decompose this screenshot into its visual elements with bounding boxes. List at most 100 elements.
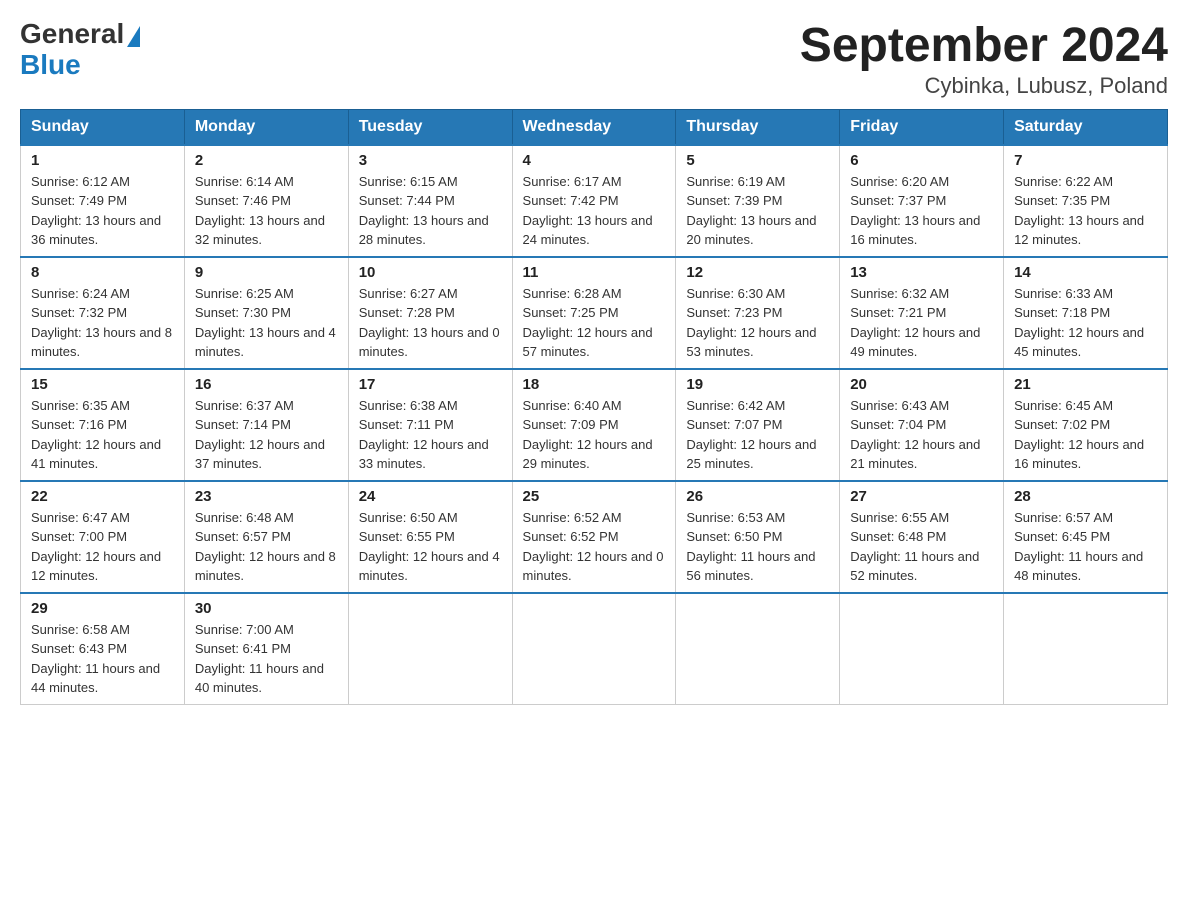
day-number: 2 xyxy=(195,152,338,169)
table-row: 2 Sunrise: 6:14 AM Sunset: 7:46 PM Dayli… xyxy=(184,145,348,257)
day-info: Sunrise: 6:48 AM Sunset: 6:57 PM Dayligh… xyxy=(195,508,338,586)
table-row: 15 Sunrise: 6:35 AM Sunset: 7:16 PM Dayl… xyxy=(21,369,185,481)
col-thursday: Thursday xyxy=(676,109,840,145)
table-row: 21 Sunrise: 6:45 AM Sunset: 7:02 PM Dayl… xyxy=(1004,369,1168,481)
table-row: 11 Sunrise: 6:28 AM Sunset: 7:25 PM Dayl… xyxy=(512,257,676,369)
table-row: 29 Sunrise: 6:58 AM Sunset: 6:43 PM Dayl… xyxy=(21,593,185,705)
table-row xyxy=(348,593,512,705)
day-number: 20 xyxy=(850,376,993,393)
day-info: Sunrise: 6:55 AM Sunset: 6:48 PM Dayligh… xyxy=(850,508,993,586)
day-info: Sunrise: 6:17 AM Sunset: 7:42 PM Dayligh… xyxy=(523,172,666,250)
day-number: 15 xyxy=(31,376,174,393)
day-number: 23 xyxy=(195,488,338,505)
day-info: Sunrise: 6:47 AM Sunset: 7:00 PM Dayligh… xyxy=(31,508,174,586)
day-number: 22 xyxy=(31,488,174,505)
day-info: Sunrise: 6:20 AM Sunset: 7:37 PM Dayligh… xyxy=(850,172,993,250)
table-row: 9 Sunrise: 6:25 AM Sunset: 7:30 PM Dayli… xyxy=(184,257,348,369)
day-info: Sunrise: 6:45 AM Sunset: 7:02 PM Dayligh… xyxy=(1014,396,1157,474)
calendar-header-row: Sunday Monday Tuesday Wednesday Thursday… xyxy=(21,109,1168,145)
table-row: 4 Sunrise: 6:17 AM Sunset: 7:42 PM Dayli… xyxy=(512,145,676,257)
day-number: 11 xyxy=(523,264,666,281)
calendar-week-row: 15 Sunrise: 6:35 AM Sunset: 7:16 PM Dayl… xyxy=(21,369,1168,481)
col-sunday: Sunday xyxy=(21,109,185,145)
calendar-week-row: 22 Sunrise: 6:47 AM Sunset: 7:00 PM Dayl… xyxy=(21,481,1168,593)
day-info: Sunrise: 6:22 AM Sunset: 7:35 PM Dayligh… xyxy=(1014,172,1157,250)
table-row: 30 Sunrise: 7:00 AM Sunset: 6:41 PM Dayl… xyxy=(184,593,348,705)
page-header: General Blue September 2024 Cybinka, Lub… xyxy=(20,20,1168,99)
table-row xyxy=(676,593,840,705)
day-info: Sunrise: 6:42 AM Sunset: 7:07 PM Dayligh… xyxy=(686,396,829,474)
day-number: 8 xyxy=(31,264,174,281)
table-row: 5 Sunrise: 6:19 AM Sunset: 7:39 PM Dayli… xyxy=(676,145,840,257)
day-info: Sunrise: 6:35 AM Sunset: 7:16 PM Dayligh… xyxy=(31,396,174,474)
day-info: Sunrise: 6:24 AM Sunset: 7:32 PM Dayligh… xyxy=(31,284,174,362)
day-info: Sunrise: 6:40 AM Sunset: 7:09 PM Dayligh… xyxy=(523,396,666,474)
day-number: 27 xyxy=(850,488,993,505)
day-info: Sunrise: 6:27 AM Sunset: 7:28 PM Dayligh… xyxy=(359,284,502,362)
day-info: Sunrise: 6:43 AM Sunset: 7:04 PM Dayligh… xyxy=(850,396,993,474)
col-saturday: Saturday xyxy=(1004,109,1168,145)
day-number: 14 xyxy=(1014,264,1157,281)
day-number: 1 xyxy=(31,152,174,169)
table-row xyxy=(512,593,676,705)
page-subtitle: Cybinka, Lubusz, Poland xyxy=(800,73,1168,99)
day-info: Sunrise: 6:30 AM Sunset: 7:23 PM Dayligh… xyxy=(686,284,829,362)
col-wednesday: Wednesday xyxy=(512,109,676,145)
day-info: Sunrise: 6:15 AM Sunset: 7:44 PM Dayligh… xyxy=(359,172,502,250)
day-info: Sunrise: 6:57 AM Sunset: 6:45 PM Dayligh… xyxy=(1014,508,1157,586)
table-row: 14 Sunrise: 6:33 AM Sunset: 7:18 PM Dayl… xyxy=(1004,257,1168,369)
day-info: Sunrise: 6:25 AM Sunset: 7:30 PM Dayligh… xyxy=(195,284,338,362)
day-number: 28 xyxy=(1014,488,1157,505)
day-info: Sunrise: 6:19 AM Sunset: 7:39 PM Dayligh… xyxy=(686,172,829,250)
day-info: Sunrise: 6:33 AM Sunset: 7:18 PM Dayligh… xyxy=(1014,284,1157,362)
day-info: Sunrise: 6:37 AM Sunset: 7:14 PM Dayligh… xyxy=(195,396,338,474)
calendar-table: Sunday Monday Tuesday Wednesday Thursday… xyxy=(20,109,1168,705)
table-row: 16 Sunrise: 6:37 AM Sunset: 7:14 PM Dayl… xyxy=(184,369,348,481)
table-row: 8 Sunrise: 6:24 AM Sunset: 7:32 PM Dayli… xyxy=(21,257,185,369)
calendar-week-row: 1 Sunrise: 6:12 AM Sunset: 7:49 PM Dayli… xyxy=(21,145,1168,257)
day-info: Sunrise: 6:58 AM Sunset: 6:43 PM Dayligh… xyxy=(31,620,174,698)
day-number: 30 xyxy=(195,600,338,617)
title-block: September 2024 Cybinka, Lubusz, Poland xyxy=(800,20,1168,99)
day-number: 5 xyxy=(686,152,829,169)
day-info: Sunrise: 6:50 AM Sunset: 6:55 PM Dayligh… xyxy=(359,508,502,586)
day-number: 25 xyxy=(523,488,666,505)
table-row: 24 Sunrise: 6:50 AM Sunset: 6:55 PM Dayl… xyxy=(348,481,512,593)
table-row: 26 Sunrise: 6:53 AM Sunset: 6:50 PM Dayl… xyxy=(676,481,840,593)
day-info: Sunrise: 6:53 AM Sunset: 6:50 PM Dayligh… xyxy=(686,508,829,586)
calendar-week-row: 29 Sunrise: 6:58 AM Sunset: 6:43 PM Dayl… xyxy=(21,593,1168,705)
table-row: 25 Sunrise: 6:52 AM Sunset: 6:52 PM Dayl… xyxy=(512,481,676,593)
day-info: Sunrise: 6:38 AM Sunset: 7:11 PM Dayligh… xyxy=(359,396,502,474)
day-number: 29 xyxy=(31,600,174,617)
day-number: 24 xyxy=(359,488,502,505)
table-row: 22 Sunrise: 6:47 AM Sunset: 7:00 PM Dayl… xyxy=(21,481,185,593)
day-info: Sunrise: 6:14 AM Sunset: 7:46 PM Dayligh… xyxy=(195,172,338,250)
day-info: Sunrise: 7:00 AM Sunset: 6:41 PM Dayligh… xyxy=(195,620,338,698)
col-tuesday: Tuesday xyxy=(348,109,512,145)
day-number: 16 xyxy=(195,376,338,393)
logo-general-text: General xyxy=(20,18,124,49)
day-number: 7 xyxy=(1014,152,1157,169)
day-number: 9 xyxy=(195,264,338,281)
day-number: 6 xyxy=(850,152,993,169)
day-info: Sunrise: 6:12 AM Sunset: 7:49 PM Dayligh… xyxy=(31,172,174,250)
table-row: 13 Sunrise: 6:32 AM Sunset: 7:21 PM Dayl… xyxy=(840,257,1004,369)
table-row xyxy=(1004,593,1168,705)
col-monday: Monday xyxy=(184,109,348,145)
logo: General Blue xyxy=(20,20,140,79)
calendar-week-row: 8 Sunrise: 6:24 AM Sunset: 7:32 PM Dayli… xyxy=(21,257,1168,369)
day-number: 18 xyxy=(523,376,666,393)
table-row: 10 Sunrise: 6:27 AM Sunset: 7:28 PM Dayl… xyxy=(348,257,512,369)
table-row: 1 Sunrise: 6:12 AM Sunset: 7:49 PM Dayli… xyxy=(21,145,185,257)
table-row: 7 Sunrise: 6:22 AM Sunset: 7:35 PM Dayli… xyxy=(1004,145,1168,257)
day-number: 13 xyxy=(850,264,993,281)
table-row: 18 Sunrise: 6:40 AM Sunset: 7:09 PM Dayl… xyxy=(512,369,676,481)
table-row: 23 Sunrise: 6:48 AM Sunset: 6:57 PM Dayl… xyxy=(184,481,348,593)
table-row: 27 Sunrise: 6:55 AM Sunset: 6:48 PM Dayl… xyxy=(840,481,1004,593)
table-row: 19 Sunrise: 6:42 AM Sunset: 7:07 PM Dayl… xyxy=(676,369,840,481)
table-row: 6 Sunrise: 6:20 AM Sunset: 7:37 PM Dayli… xyxy=(840,145,1004,257)
day-number: 10 xyxy=(359,264,502,281)
day-number: 12 xyxy=(686,264,829,281)
day-number: 3 xyxy=(359,152,502,169)
table-row: 3 Sunrise: 6:15 AM Sunset: 7:44 PM Dayli… xyxy=(348,145,512,257)
